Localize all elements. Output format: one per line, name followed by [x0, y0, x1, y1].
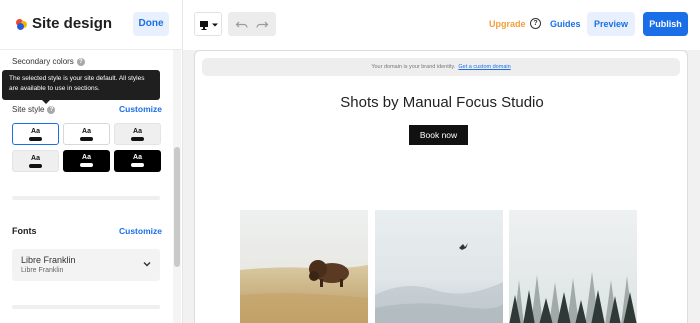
- style-tile-button-swatch: [131, 163, 144, 167]
- upgrade-link[interactable]: Upgrade: [489, 19, 526, 29]
- style-tile[interactable]: Aa: [12, 150, 59, 172]
- help-icon[interactable]: ?: [47, 105, 56, 114]
- fonts-customize-link[interactable]: Customize: [119, 226, 162, 236]
- secondary-colors-label: Secondary colors?: [12, 57, 85, 66]
- undo-redo-group: [228, 12, 276, 36]
- sidebar-scroll-area: Secondary colors? The selected style is …: [0, 50, 172, 323]
- redo-icon[interactable]: [255, 17, 269, 31]
- desktop-icon: [200, 21, 218, 30]
- sidebar-header: Site design Done: [0, 0, 183, 50]
- guides-link[interactable]: Guides: [550, 19, 581, 29]
- misty-lake-photo[interactable]: [375, 210, 503, 323]
- style-tile-label: Aa: [31, 128, 40, 135]
- style-tile-button-swatch: [29, 164, 42, 168]
- sidebar-scrollbar-thumb[interactable]: [174, 147, 180, 267]
- style-tile-button-swatch: [80, 137, 93, 141]
- bison-photo[interactable]: [240, 210, 368, 323]
- undo-icon[interactable]: [235, 17, 249, 31]
- style-tile[interactable]: Aa: [114, 150, 161, 172]
- style-tile-label: Aa: [133, 128, 142, 135]
- fonts-heading: Fonts: [12, 226, 37, 236]
- site-style-text: Site style: [12, 105, 45, 114]
- app-logo-icon: [16, 19, 27, 30]
- preview-button[interactable]: Preview: [587, 12, 635, 36]
- style-tile[interactable]: Aa: [63, 123, 110, 145]
- publish-button[interactable]: Publish: [643, 12, 688, 36]
- device-switcher[interactable]: [194, 12, 222, 36]
- sidebar-title: Site design: [32, 15, 113, 32]
- book-now-button[interactable]: Book now: [409, 125, 468, 145]
- site-style-label: Site style?: [12, 105, 56, 114]
- foggy-forest-photo[interactable]: [509, 210, 637, 323]
- chevron-down-icon: [143, 262, 151, 267]
- site-title[interactable]: Shots by Manual Focus Studio: [195, 94, 687, 111]
- style-tile-label: Aa: [82, 154, 91, 161]
- section-divider: [12, 305, 160, 309]
- style-tile-label: Aa: [82, 128, 91, 135]
- domain-banner-text: Your domain is your brand identity.: [371, 64, 456, 70]
- editor-toolbar: Upgrade ? Guides Preview Publish: [183, 0, 700, 50]
- style-tile-button-swatch: [80, 163, 93, 167]
- style-tile-button-swatch: [131, 137, 144, 141]
- site-preview-frame: Your domain is your brand identity. Get a…: [194, 50, 688, 323]
- secondary-colors-text: Secondary colors: [12, 57, 74, 66]
- font-select-name: Libre Franklin: [21, 255, 76, 265]
- site-style-customize-link[interactable]: Customize: [119, 104, 162, 114]
- help-icon[interactable]: ?: [530, 18, 541, 29]
- style-tile[interactable]: Aa: [114, 123, 161, 145]
- site-style-tooltip: The selected style is your site default.…: [2, 70, 160, 104]
- design-sidebar: Site design Done Secondary colors? The s…: [0, 0, 183, 323]
- style-tile[interactable]: Aa: [63, 150, 110, 172]
- font-select-sub: Libre Franklin: [21, 267, 64, 274]
- style-tile-button-swatch: [29, 137, 42, 141]
- done-button[interactable]: Done: [133, 12, 169, 36]
- font-select[interactable]: Libre Franklin Libre Franklin: [12, 249, 160, 281]
- style-tile-label: Aa: [133, 154, 142, 161]
- help-icon[interactable]: ?: [76, 57, 85, 66]
- domain-banner: Your domain is your brand identity. Get a…: [202, 58, 680, 76]
- custom-domain-link[interactable]: Get a custom domain: [458, 64, 510, 70]
- section-divider: [12, 196, 160, 200]
- style-tile[interactable]: Aa: [12, 123, 59, 145]
- style-tile-label: Aa: [31, 155, 40, 162]
